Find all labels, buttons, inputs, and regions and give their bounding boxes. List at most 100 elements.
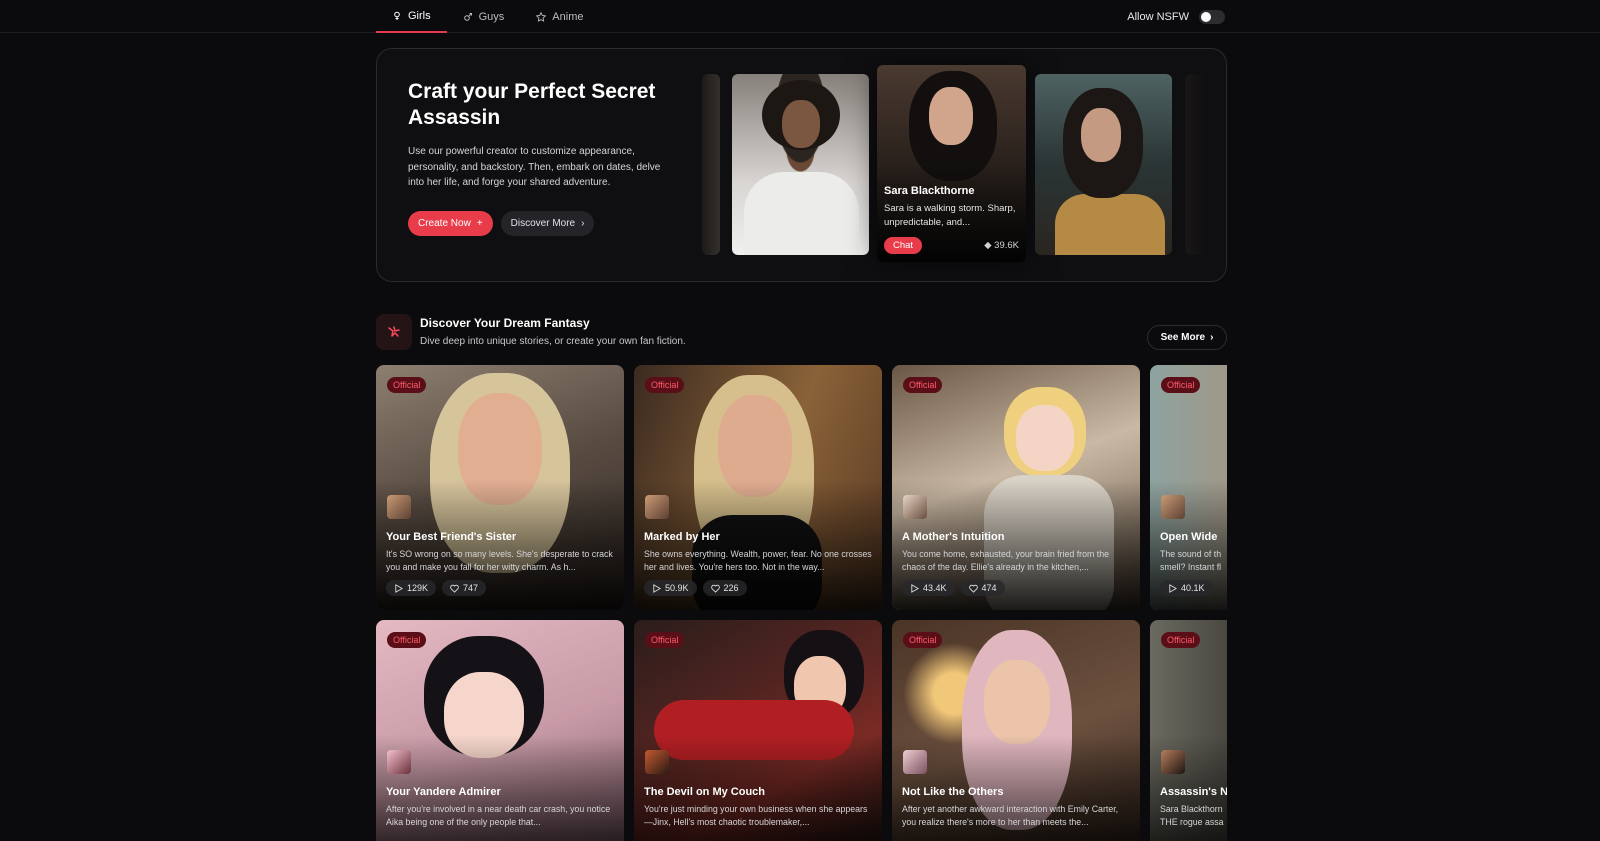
portrait-shape <box>929 87 973 145</box>
likes-count: 226 <box>723 583 739 593</box>
card-title: Your Best Friend's Sister <box>386 531 517 543</box>
card-title: Not Like the Others <box>902 786 1004 798</box>
carousel-character-image[interactable] <box>1035 74 1172 255</box>
plays-count: 129K <box>407 583 429 593</box>
discover-more-button[interactable]: Discover More › <box>500 211 595 236</box>
official-badge: Official <box>1161 377 1201 393</box>
creator-avatar[interactable] <box>903 750 927 774</box>
creator-avatar[interactable] <box>387 495 411 519</box>
message-icon: ◆ <box>984 240 995 251</box>
card-title: A Mother's Intuition <box>902 531 1005 543</box>
section-subtitle: Dive deep into unique stories, or create… <box>420 336 686 347</box>
plays-count: 50.9K <box>665 583 689 593</box>
official-badge: Official <box>903 632 943 648</box>
card-description: Sara Blackthorn THE rogue assa <box>1160 804 1224 827</box>
section-title: Discover Your Dream Fantasy <box>420 316 590 330</box>
plays-stat: 50.9K <box>644 580 697 596</box>
portrait-shape <box>782 100 820 148</box>
see-more-label: See More <box>1160 332 1206 343</box>
chat-count: ◆ 39.6K <box>984 240 1019 251</box>
plays-count: 40.1K <box>1181 583 1205 593</box>
likes-count: 474 <box>981 583 997 593</box>
tab-girls[interactable]: Girls <box>376 0 447 33</box>
creator-avatar[interactable] <box>1161 495 1185 519</box>
story-card[interactable]: Official Your Best Friend's Sister It's … <box>376 365 624 610</box>
card-description: After yet another awkward interaction wi… <box>902 804 1119 827</box>
hero-description: Use our powerful creator to customize ap… <box>408 146 661 188</box>
story-card[interactable]: Official Not Like the Others After yet a… <box>892 620 1140 841</box>
discover-more-label: Discover More <box>510 218 576 229</box>
category-tabs: Girls Guys Anime <box>376 0 599 33</box>
play-icon <box>911 583 919 593</box>
likes-stat: 747 <box>442 580 487 596</box>
nsfw-toggle[interactable] <box>1199 9 1225 24</box>
official-badge: Official <box>387 632 427 648</box>
top-navigation-bar: Girls Guys Anime Allow NSFW <box>0 0 1600 33</box>
card-title: Open Wide <box>1160 531 1218 543</box>
portrait-shape <box>984 660 1050 744</box>
creator-avatar[interactable] <box>387 750 411 774</box>
story-card[interactable]: Official Open Wide The sound of th smell… <box>1150 365 1227 610</box>
card-description: She owns everything. Wealth, power, fear… <box>644 549 872 572</box>
portrait-shape <box>1016 405 1074 471</box>
play-icon <box>653 583 661 593</box>
heart-icon <box>450 584 459 593</box>
tab-guys[interactable]: Guys <box>447 0 521 33</box>
creator-avatar[interactable] <box>645 750 669 774</box>
story-card[interactable]: Official Assassin's N Sara Blackthorn TH… <box>1150 620 1227 841</box>
plays-stat: 43.4K <box>902 580 955 596</box>
card-stats: 129K 747 <box>386 580 487 596</box>
heart-icon <box>968 584 978 593</box>
male-icon <box>463 12 472 21</box>
official-badge: Official <box>645 377 685 393</box>
card-description: It's SO wrong on so many levels. She's d… <box>386 549 613 572</box>
likes-count: 747 <box>463 583 479 593</box>
create-now-button[interactable]: Create Now + <box>408 211 493 236</box>
sparkle-icon <box>376 314 412 350</box>
tab-label: Anime <box>552 10 584 23</box>
card-title: Your Yandere Admirer <box>386 786 501 798</box>
likes-stat: 226 <box>702 580 747 596</box>
card-stats: 43.4K 474 <box>902 580 1005 596</box>
card-title: Assassin's N <box>1160 786 1227 798</box>
card-title: Marked by Her <box>644 531 720 543</box>
star-icon <box>536 11 547 22</box>
card-stats: 40.1K <box>1160 580 1213 596</box>
official-badge: Official <box>387 377 427 393</box>
featured-character-card[interactable]: Sara Blackthorne Sara is a walking storm… <box>877 65 1026 262</box>
nsfw-control: Allow NSFW <box>1127 0 1225 33</box>
portrait-shape <box>1055 194 1165 255</box>
female-icon <box>394 11 400 20</box>
tab-anime[interactable]: Anime <box>520 0 599 33</box>
chat-button[interactable]: Chat <box>884 237 923 254</box>
card-description: You're just minding your own business wh… <box>644 804 868 827</box>
story-card[interactable]: Official The Devil on My Couch You're ju… <box>634 620 882 841</box>
play-icon <box>395 583 403 593</box>
plays-stat: 40.1K <box>1160 580 1213 596</box>
card-stats: 50.9K 226 <box>644 580 747 596</box>
create-now-label: Create Now <box>418 218 471 229</box>
creator-avatar[interactable] <box>645 495 669 519</box>
featured-name: Sara Blackthorne <box>884 185 975 197</box>
carousel-character-image[interactable] <box>732 74 869 255</box>
official-badge: Official <box>645 632 685 648</box>
portrait-shape <box>744 172 859 255</box>
creator-avatar[interactable] <box>1161 750 1185 774</box>
plays-count: 43.4K <box>923 583 947 593</box>
likes-stat: 474 <box>960 580 1005 596</box>
tab-label: Guys <box>478 10 505 23</box>
story-card[interactable]: Official A Mother's Intuition You come h… <box>892 365 1140 610</box>
carousel-edge-image[interactable] <box>1185 74 1205 255</box>
creator-avatar[interactable] <box>903 495 927 519</box>
chevron-right-icon: › <box>581 218 585 229</box>
chevron-right-icon: › <box>1210 332 1214 343</box>
heart-icon <box>710 584 720 593</box>
chat-count-value: 39.6K <box>994 240 1019 251</box>
story-card[interactable]: Official Marked by Her She owns everythi… <box>634 365 882 610</box>
plays-stat: 129K <box>386 580 437 596</box>
plus-icon: + <box>476 218 483 229</box>
nsfw-label: Allow NSFW <box>1127 10 1189 23</box>
see-more-button[interactable]: See More › <box>1147 325 1227 350</box>
story-card[interactable]: Official Your Yandere Admirer After you'… <box>376 620 624 841</box>
carousel-edge-image[interactable] <box>702 74 720 255</box>
